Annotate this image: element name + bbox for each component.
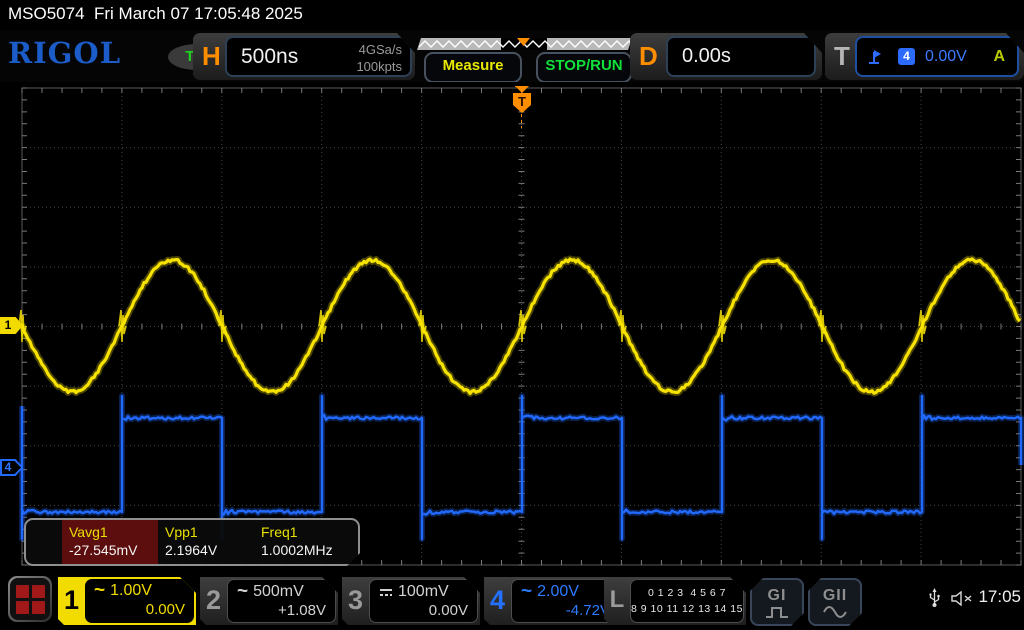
sine-wave-icon (822, 606, 848, 618)
channel-3-scale: 100mV (398, 583, 449, 601)
channel-2-ac-coupling-icon: ~ (237, 586, 248, 598)
measurement-item-vpp[interactable]: Vpp1 2.1964V (158, 520, 254, 564)
channel-3-button[interactable]: 3 100mV 0.00V (342, 577, 480, 625)
trigger-level-value: 0.00V (925, 48, 967, 66)
trigger-sweep-mode: A (993, 48, 1005, 66)
trigger-key-label: T (834, 41, 850, 72)
channel-1-button[interactable]: 1 ~ 1.00V 0.00V (58, 577, 196, 625)
channel-1-scale: 1.00V (110, 582, 152, 600)
trigger-settings-button[interactable]: T 4 0.00V A (825, 33, 1024, 80)
horizontal-readout: 500ns 4GSa/s 100kpts (225, 36, 412, 77)
header-bar: RIGOL T'D H 500ns 4GSa/s 100kpts Measure… (0, 30, 1024, 82)
bottom-bar: 1 ~ 1.00V 0.00V 2 ~ 500mV +1.08V 3 (0, 572, 1024, 630)
clock-text: 17:05 (978, 587, 1021, 607)
generator2-button[interactable]: GII (808, 578, 862, 626)
channel-2-offset: +1.08V (228, 602, 335, 619)
oscilloscope-screen: MSO5074 Fri March 07 17:05:48 2025 RIGOL… (0, 0, 1024, 630)
title-bar: MSO5074 Fri March 07 17:05:48 2025 (0, 0, 1024, 30)
trigger-source-badge: 4 (898, 48, 915, 65)
run-stop-button[interactable]: STOP/RUN (536, 52, 632, 83)
menu-button[interactable] (8, 576, 52, 622)
channel-4-offset: -4.72V (512, 602, 619, 619)
memory-depth: 100kpts (356, 58, 402, 75)
delay-settings-button[interactable]: D 0.00s (630, 33, 822, 80)
delay-value: 0.00s (682, 45, 731, 68)
channel-4-offset-marker[interactable]: 4 (0, 459, 23, 476)
generator1-button[interactable]: GI (750, 578, 804, 626)
acquisition-readout: 4GSa/s 100kpts (356, 41, 402, 75)
delay-readout: 0.00s (666, 36, 816, 77)
channel-2-button[interactable]: 2 ~ 500mV +1.08V (200, 577, 338, 625)
trigger-position-marker[interactable]: T (510, 86, 534, 126)
channel-4-button[interactable]: 4 ~ 2.00V -4.72V (484, 577, 622, 625)
channel-1-offset: 0.00V (85, 601, 194, 618)
channel-1-offset-marker[interactable]: 1 (0, 317, 23, 334)
menu-grid-icon (10, 578, 50, 620)
logic-channels-row2: 8 9 10 11 12 13 14 15 (631, 601, 743, 617)
channel-2-scale: 500mV (253, 583, 304, 601)
logic-channels-row1: 0 1 2 3 4 5 6 7 (631, 585, 743, 601)
measurement-item-vavg[interactable]: Vavg1 -27.545mV (62, 520, 158, 564)
rigol-logo: RIGOL (8, 36, 121, 70)
horizontal-key-label: H (202, 41, 221, 72)
measurement-panel: Vavg1 -27.545mV Vpp1 2.1964V Freq1 1.000… (24, 518, 360, 566)
channel-1-ac-coupling-icon: ~ (94, 585, 105, 597)
waveform-display[interactable]: T 1 4 Vavg1 -27.545mV Vpp1 2.1964V Freq1… (0, 82, 1024, 572)
memory-bar-graphic (417, 38, 632, 51)
measure-button[interactable]: Measure (424, 52, 522, 83)
horizontal-settings-button[interactable]: H 500ns 4GSa/s 100kpts (193, 33, 415, 80)
delay-key-label: D (639, 41, 658, 72)
channel-4-scale: 2.00V (537, 583, 579, 601)
pulse-wave-icon (764, 606, 790, 618)
trigger-edge-icon (867, 48, 884, 65)
channel-3-dc-coupling-icon (379, 587, 393, 597)
timebase-value: 500ns (241, 45, 298, 69)
model-and-datetime: MSO5074 Fri March 07 17:05:48 2025 (8, 4, 303, 24)
speaker-muted-icon (950, 591, 974, 606)
channel-3-offset: 0.00V (370, 602, 477, 619)
trigger-marker-flag: T (513, 93, 531, 113)
usb-icon (928, 588, 941, 608)
trigger-readout: 4 0.00V A (855, 36, 1019, 77)
sample-rate: 4GSa/s (356, 41, 402, 58)
channel-4-ac-coupling-icon: ~ (521, 586, 532, 598)
waveform-canvas[interactable] (0, 82, 1024, 572)
measurement-item-freq[interactable]: Freq1 1.0002MHz (254, 520, 354, 564)
logic-analyzer-button[interactable]: L 0 1 2 3 4 5 6 7 8 9 10 11 12 13 14 15 (604, 577, 746, 625)
